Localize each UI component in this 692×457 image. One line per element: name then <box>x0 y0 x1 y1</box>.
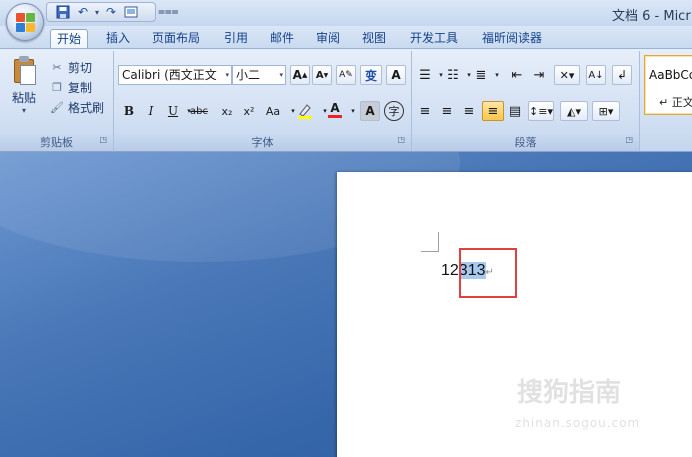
line-spacing-icon[interactable]: ↕≡▾ <box>528 101 554 121</box>
office-button[interactable] <box>6 3 44 41</box>
title-bar: ↶ ▾ ↷ ⩶ 文档 6 - Micr <box>0 0 692 26</box>
tab-references[interactable]: 引用 <box>218 29 254 48</box>
bold-button[interactable]: B <box>120 101 138 121</box>
format-painter-label: 格式刷 <box>68 100 105 115</box>
paragraph-group-label: 段落 ◳ <box>412 134 639 151</box>
highlight-icon[interactable] <box>294 101 316 121</box>
qat-customize-icon[interactable]: ⩶ <box>158 4 179 19</box>
paragraph-launcher-icon[interactable]: ◳ <box>625 131 633 148</box>
document-page[interactable]: 12313↵ 搜狗指南 zhinan.sogou.com <box>337 172 692 457</box>
font-launcher-icon[interactable]: ◳ <box>397 131 405 148</box>
character-shading-button[interactable]: A <box>360 101 380 121</box>
cut-label: 剪切 <box>68 60 93 75</box>
decrease-indent-icon[interactable]: ⇤ <box>508 65 526 85</box>
copy-button[interactable]: ❐ 复制 <box>50 77 104 97</box>
watermark-logo: 搜狗指南 <box>517 378 622 408</box>
chinese-layout-icon[interactable]: ✕▾ <box>554 65 580 85</box>
font-name-dropdown-icon: ▾ <box>225 71 229 79</box>
quick-access-toolbar: ↶ ▾ ↷ <box>46 2 156 22</box>
tab-insert[interactable]: 插入 <box>100 29 136 48</box>
format-painter-button[interactable]: 🖌 格式刷 <box>50 97 104 117</box>
multilevel-dropdown-icon[interactable]: ▾ <box>488 65 506 85</box>
paragraph-group: ☰ ▾ ☷ ▾ ≣ ▾ ⇤ ⇥ ✕▾ A↓ ↲ ≡ ≡ ≡ ≡ ▤ ↕≡▾ ◭▾… <box>412 51 640 151</box>
ribbon: 粘贴 ▾ ✂ 剪切 ❐ 复制 🖌 格式刷 剪贴板 ◳ Calibri (西文正文 <box>0 48 692 152</box>
shading-icon[interactable]: ◭▾ <box>560 101 588 121</box>
tab-review[interactable]: 审阅 <box>310 29 346 48</box>
tab-home[interactable]: 开始 <box>50 29 89 48</box>
italic-button[interactable]: I <box>142 101 160 121</box>
save-icon[interactable] <box>55 5 71 19</box>
redo-icon[interactable]: ↷ <box>103 5 119 19</box>
justify-icon[interactable]: ≡ <box>482 101 504 121</box>
font-group-label: 字体 ◳ <box>114 134 411 151</box>
strikethrough-button[interactable]: abc <box>190 101 208 121</box>
margin-corner-mark <box>421 232 439 252</box>
window-title: 文档 6 - Micr <box>612 9 691 24</box>
paste-icon <box>12 55 36 85</box>
undo-icon[interactable]: ↶ <box>75 5 91 19</box>
font-size-select[interactable]: 小二 ▾ <box>232 65 286 85</box>
document-workspace: 12313↵ 搜狗指南 zhinan.sogou.com <box>0 152 692 457</box>
tab-view[interactable]: 视图 <box>356 29 392 48</box>
font-size-value: 小二 <box>236 68 261 82</box>
document-text: 12 <box>441 262 459 279</box>
paste-label: 粘贴 <box>11 91 36 105</box>
tab-foxit-reader[interactable]: 福昕阅读器 <box>476 29 548 48</box>
grow-font-button[interactable]: A ▲ <box>290 65 310 85</box>
tab-page-layout[interactable]: 页面布局 <box>146 29 206 48</box>
clipboard-launcher-icon[interactable]: ◳ <box>99 131 107 148</box>
tab-developer[interactable]: 开发工具 <box>404 29 464 48</box>
font-group: Calibri (西文正文 ▾ 小二 ▾ A ▲ A ▼ A✎ 变 A B I U … <box>114 51 412 151</box>
borders-icon[interactable]: ⊞▾ <box>592 101 620 121</box>
clear-format-icon[interactable]: A✎ <box>336 65 356 85</box>
scissors-icon: ✂ <box>52 60 62 74</box>
ribbon-tabs: 开始 插入 页面布局 引用 邮件 审阅 视图 开发工具 福昕阅读器 <box>0 26 692 48</box>
shrink-font-button[interactable]: A ▼ <box>312 65 332 85</box>
office-logo-icon <box>16 13 36 33</box>
phonetic-guide-icon[interactable]: 变 <box>360 65 382 85</box>
align-left-icon[interactable]: ≡ <box>416 101 434 121</box>
copy-label: 复制 <box>68 80 93 95</box>
highlight-annotation-box <box>459 248 517 298</box>
brush-icon: 🖌 <box>50 100 64 114</box>
font-color-swatch <box>328 114 342 118</box>
align-center-icon[interactable]: ≡ <box>438 101 456 121</box>
clipboard-group: 粘贴 ▾ ✂ 剪切 ❐ 复制 🖌 格式刷 剪贴板 ◳ <box>0 51 114 151</box>
tab-mailings[interactable]: 邮件 <box>264 29 300 48</box>
show-formatting-marks-icon[interactable]: ↲ <box>612 65 632 85</box>
font-size-dropdown-icon: ▾ <box>279 71 283 79</box>
superscript-button[interactable]: x² <box>240 101 258 121</box>
paste-button[interactable]: 粘贴 ▾ <box>8 55 40 115</box>
paste-dropdown-icon[interactable]: ▾ <box>8 106 40 115</box>
style-normal-tile[interactable]: AaBbCc ↵ 正文 <box>644 55 692 115</box>
print-preview-icon[interactable] <box>123 5 139 19</box>
watermark-url: zhinan.sogou.com <box>515 416 641 430</box>
copy-icon: ❐ <box>52 80 62 94</box>
character-border-icon[interactable]: A <box>386 65 406 85</box>
font-name-value: Calibri (西文正文 <box>122 68 217 82</box>
style-sample-text: AaBbCc <box>649 68 692 82</box>
undo-dropdown-icon[interactable]: ▾ <box>95 8 99 17</box>
clipboard-group-label: 剪贴板 ◳ <box>0 134 113 151</box>
align-right-icon[interactable]: ≡ <box>460 101 478 121</box>
subscript-button[interactable]: x₂ <box>218 101 236 121</box>
increase-indent-icon[interactable]: ⇥ <box>530 65 548 85</box>
style-name-label: ↵ 正文 <box>659 96 692 109</box>
font-color-button[interactable]: A <box>326 99 344 119</box>
cut-button[interactable]: ✂ 剪切 <box>50 57 104 77</box>
distributed-icon[interactable]: ▤ <box>506 101 524 121</box>
change-case-button[interactable]: Aa <box>264 101 282 121</box>
font-name-select[interactable]: Calibri (西文正文 ▾ <box>118 65 232 85</box>
sort-icon[interactable]: A↓ <box>586 65 606 85</box>
enclose-characters-button[interactable]: 字 <box>384 101 404 121</box>
